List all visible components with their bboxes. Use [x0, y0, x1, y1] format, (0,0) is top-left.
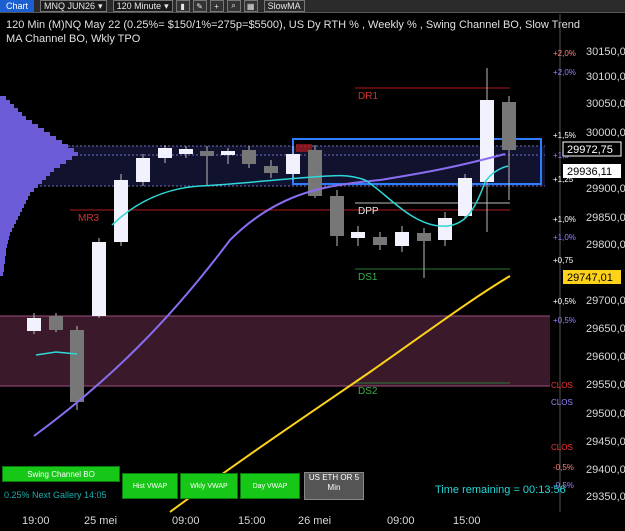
price-tag-text: 29747,01 [567, 272, 613, 284]
price-tick: 29800,00 [586, 239, 625, 251]
candle [114, 174, 128, 246]
pct-label: CLOS [551, 443, 573, 452]
candle [136, 154, 150, 186]
price-tick: 29600,00 [586, 351, 625, 363]
time-axis[interactable]: 19:00 25 mei 09:00 15:00 26 mei 09:00 15… [0, 512, 560, 531]
price-tag-trend: 29747,01 [563, 270, 621, 284]
price-tag-last: 29972,75 [562, 141, 622, 157]
time-tick: 15:00 [238, 515, 266, 527]
time-tick: 26 mei [298, 515, 332, 527]
pct-label: +0,5% [553, 297, 576, 306]
candle [92, 238, 106, 318]
pct-label: -0,5% [553, 463, 574, 472]
price-tick: 29500,00 [586, 408, 625, 420]
candle [395, 226, 409, 252]
dpp-label: DPP [358, 206, 379, 217]
ds2-label: DS2 [358, 386, 378, 397]
pct-label: +1,5% [553, 131, 576, 140]
price-tag-text: 29972,75 [567, 144, 613, 156]
candle [438, 212, 452, 246]
price-tick: 30100,00 [586, 71, 625, 83]
hist-vwap-button[interactable]: Hist VWAP [122, 473, 178, 499]
wkly-vwap-button[interactable]: Wkly VWAP [180, 473, 238, 499]
price-tag-text: 29936,11 [567, 166, 612, 178]
time-tick: 15:00 [453, 515, 481, 527]
time-tick: 09:00 [387, 515, 415, 527]
mr3-label: MR3 [78, 213, 100, 224]
price-tick: 29400,00 [586, 464, 625, 476]
price-tick: 29550,00 [586, 379, 625, 391]
pct-label: +0,5% [553, 316, 576, 325]
day-vwap-button[interactable]: Day VWAP [240, 473, 300, 499]
pct-label: CLOS [551, 381, 573, 390]
dr1-label: DR1 [358, 91, 378, 102]
candle [351, 226, 365, 246]
time-remaining: Time remaining = 00:13:56 [435, 484, 566, 496]
price-tick: 30050,00 [586, 98, 625, 110]
ds1-label: DS1 [358, 272, 378, 283]
pct-labels: +2,0% +2,0% +1,5% +1,5 +1,25 +1,0% +1,0%… [551, 49, 576, 490]
price-tick: 29650,00 [586, 323, 625, 335]
candle [373, 232, 387, 250]
price-tick: 29350,00 [586, 491, 625, 503]
pct-label: +2,0% [553, 68, 576, 77]
pct-label: +1,0% [553, 233, 576, 242]
time-tick: 25 mei [84, 515, 118, 527]
time-tick: 19:00 [22, 515, 50, 527]
us-eth-or-button[interactable]: US ETH OR 5 Min [304, 472, 364, 500]
overlay-info: 0.25% Next Gallery 14:05 [4, 490, 107, 500]
pct-label: +2,0% [553, 49, 576, 58]
pct-label: +0,75 [553, 256, 574, 265]
price-tick: 29850,00 [586, 212, 625, 224]
price-chart[interactable]: DR1 MR3 DPP DS1 DS2 30150,0 30100,0 3005… [0, 0, 625, 531]
candle [480, 68, 494, 232]
candle [417, 228, 431, 278]
price-tick: 30150,00 [586, 46, 625, 58]
price-tick: 29900,00 [586, 183, 625, 195]
price-tick: 29450,00 [586, 436, 625, 448]
pct-label: CLOS [551, 398, 573, 407]
time-tick: 09:00 [172, 515, 200, 527]
swing-channel-button[interactable]: Swing Channel BO [2, 466, 120, 482]
price-tick: 30000,00 [586, 127, 625, 139]
price-tick: 29700,00 [586, 295, 625, 307]
candle [330, 190, 344, 246]
candle [458, 174, 472, 218]
pct-label: +1,0% [553, 215, 576, 224]
price-tag-channel: 29936,11 [563, 164, 621, 178]
